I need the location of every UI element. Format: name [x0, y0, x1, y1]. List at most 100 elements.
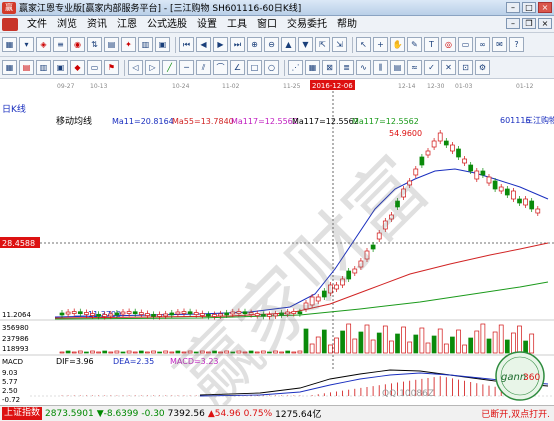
period-label: 日K线 [2, 103, 26, 115]
fan-icon[interactable]: ⋰ [288, 60, 303, 75]
hand-icon[interactable]: ✋ [390, 37, 405, 52]
trend-icon[interactable]: ╱ [162, 60, 177, 75]
ma117-legend: Ma117=12.5562 [292, 117, 359, 126]
kline-chart[interactable]: 09-27 10-13 10-24 11-02 11-25 12-14 12-3… [0, 79, 554, 405]
menu-file[interactable]: 文件 [22, 16, 52, 33]
prev-icon[interactable]: ◀ [196, 37, 211, 52]
mark-icon[interactable]: ✓ [424, 60, 439, 75]
gann-box-icon[interactable]: ⊠ [322, 60, 337, 75]
up-icon[interactable]: ▲ [281, 37, 296, 52]
quote-icon[interactable]: ◈ [36, 37, 51, 52]
menu-browse[interactable]: 浏览 [52, 16, 82, 33]
flag-icon[interactable]: ⚑ [104, 60, 119, 75]
forward-icon[interactable]: ▷ [145, 60, 160, 75]
volume-bar [77, 350, 83, 354]
layout3-icon[interactable]: ▥ [36, 60, 51, 75]
ma55-legend: Ma55=13.7840 [172, 117, 234, 126]
volume-bar [364, 324, 370, 354]
square-icon[interactable]: □ [247, 60, 262, 75]
arc-icon[interactable]: ⌒ [213, 60, 228, 75]
volume-bar [358, 331, 364, 354]
angle-icon[interactable]: ∠ [230, 60, 245, 75]
candle-body [437, 132, 443, 142]
layout-icon[interactable]: ▦ [2, 60, 17, 75]
grid2-icon[interactable]: ▦ [305, 60, 320, 75]
candle-body [163, 313, 169, 317]
volume-bar [407, 341, 413, 354]
volume-bar [529, 333, 535, 354]
mdi-minimize-button[interactable]: – [506, 18, 520, 29]
volume-bar [456, 329, 461, 354]
hot-icon[interactable]: ◉ [70, 37, 85, 52]
candle-body [96, 313, 101, 317]
date-axis: 09-27 10-13 10-24 11-02 11-25 12-14 12-3… [57, 80, 534, 90]
menu-window[interactable]: 窗口 [252, 16, 282, 33]
mdi-restore-button[interactable]: ❐ [522, 18, 536, 29]
menu-trade[interactable]: 交易委托 [282, 16, 332, 33]
expand-icon[interactable]: ⇱ [315, 37, 330, 52]
zoom-out-icon[interactable]: ⊖ [264, 37, 279, 52]
tag-icon[interactable]: ◆ [70, 60, 85, 75]
shrink-icon[interactable]: ⇲ [332, 37, 347, 52]
wave-icon[interactable]: ≈ [407, 60, 422, 75]
chart-icon[interactable]: ▥ [138, 37, 153, 52]
menu-settings[interactable]: 设置 [192, 16, 222, 33]
close-button[interactable]: × [538, 2, 552, 13]
target-icon[interactable]: ◎ [441, 37, 456, 52]
volume-bar [65, 350, 71, 354]
channel-icon[interactable]: ⫽ [196, 60, 211, 75]
candle-body [517, 198, 522, 204]
mdi-close-button[interactable]: × [538, 18, 552, 29]
menu-tools[interactable]: 工具 [222, 16, 252, 33]
layout2-icon[interactable]: ▤ [19, 60, 34, 75]
list-icon[interactable]: ≡ [53, 37, 68, 52]
menu-news[interactable]: 资讯 [82, 16, 112, 33]
text-icon[interactable]: T [424, 37, 439, 52]
menu-gann[interactable]: 江恩 [112, 16, 142, 33]
crosshair-icon[interactable]: + [373, 37, 388, 52]
circle-icon[interactable]: ○ [264, 60, 279, 75]
menu-arrow-icon[interactable]: ▾ [19, 37, 34, 52]
play-icon[interactable]: ▶ [213, 37, 228, 52]
star-icon[interactable]: ✦ [121, 37, 136, 52]
zoom-in-icon[interactable]: ⊕ [247, 37, 262, 52]
ruler-icon[interactable]: ▭ [458, 37, 473, 52]
connection-status[interactable]: 已断开,双点打开. [481, 407, 550, 420]
print-icon[interactable]: ▭ [87, 60, 102, 75]
turnover: 1275.64亿 [275, 410, 322, 420]
first-icon[interactable]: ⏮ [179, 37, 194, 52]
next-icon[interactable]: ⏭ [230, 37, 245, 52]
bars-icon[interactable]: ⫼ [373, 60, 388, 75]
fib-icon[interactable]: ≣ [339, 60, 354, 75]
maximize-button[interactable]: □ [522, 2, 536, 13]
candle-body [504, 188, 510, 196]
save-icon[interactable]: ▣ [53, 60, 68, 75]
stock-change: ▲54.96 [207, 408, 241, 419]
menu-formula-screen[interactable]: 公式选股 [142, 16, 192, 33]
candle-body [120, 311, 126, 315]
line-icon[interactable]: ─ [179, 60, 194, 75]
pencil-icon[interactable]: ✎ [407, 37, 422, 52]
lock-icon[interactable]: ⊡ [458, 60, 473, 75]
chart-area[interactable]: 09-27 10-13 10-24 11-02 11-25 12-14 12-3… [0, 79, 554, 405]
erase-icon[interactable]: ✕ [441, 60, 456, 75]
note-icon[interactable]: ✉ [492, 37, 507, 52]
sort-icon[interactable]: ⇅ [87, 37, 102, 52]
cycle-icon[interactable]: ∿ [356, 60, 371, 75]
menu-help[interactable]: 帮助 [332, 16, 362, 33]
minimize-button[interactable]: – [506, 2, 520, 13]
box-icon[interactable]: ▣ [155, 37, 170, 52]
table-icon[interactable]: ▤ [104, 37, 119, 52]
candle-body [419, 156, 425, 166]
help-icon[interactable]: ? [509, 37, 524, 52]
back-icon[interactable]: ◁ [128, 60, 143, 75]
settings-icon[interactable]: ⚙ [475, 60, 490, 75]
index-tag[interactable]: 上证指数 [2, 407, 43, 420]
grid-icon[interactable]: ▦ [2, 37, 17, 52]
candle-body [498, 186, 504, 192]
link-icon[interactable]: ∞ [475, 37, 490, 52]
candle-body [474, 170, 480, 180]
table2-icon[interactable]: ▤ [390, 60, 405, 75]
down-icon[interactable]: ▼ [298, 37, 313, 52]
cursor-icon[interactable]: ↖ [356, 37, 371, 52]
